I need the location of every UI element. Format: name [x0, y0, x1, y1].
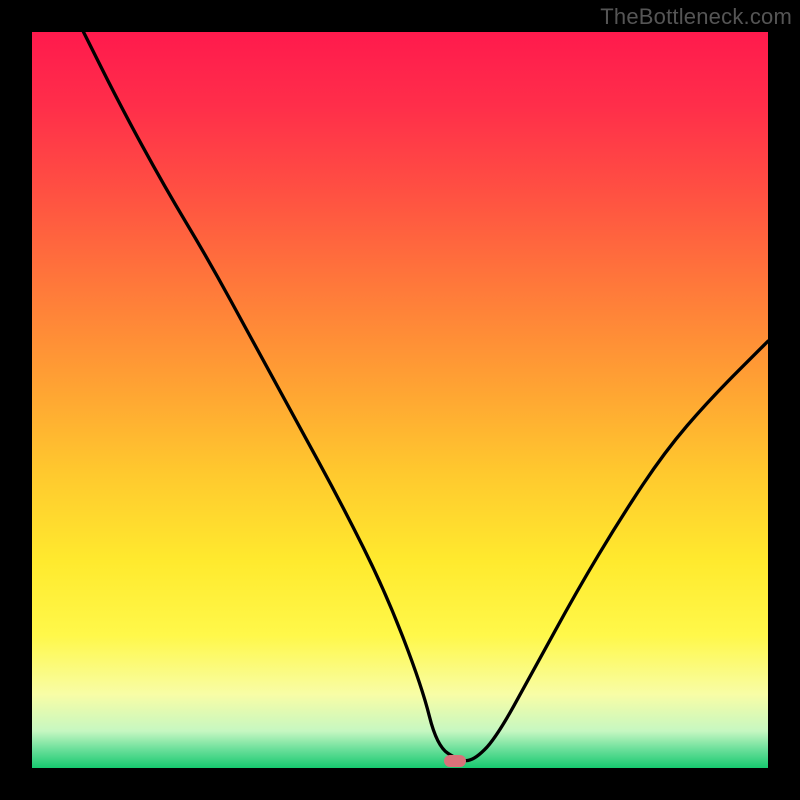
plot-area	[32, 32, 768, 768]
watermark-text: TheBottleneck.com	[600, 4, 792, 30]
bottleneck-curve	[32, 32, 768, 768]
chart-container: TheBottleneck.com	[0, 0, 800, 800]
optimal-marker	[444, 755, 466, 767]
